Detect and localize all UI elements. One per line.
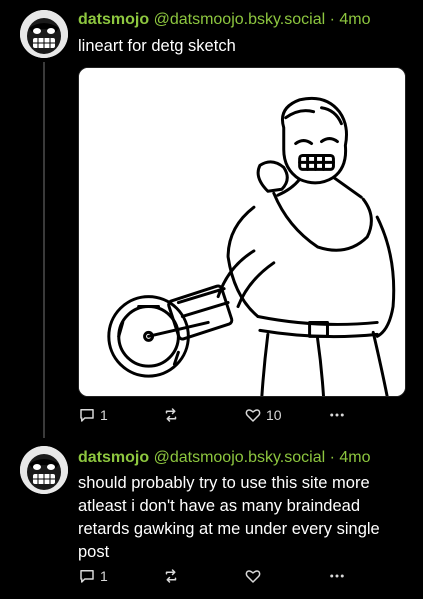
avatar[interactable] <box>20 446 68 494</box>
post[interactable]: datsmojo @datsmoojo.bsky.social · 4mo li… <box>0 0 423 438</box>
post-image[interactable] <box>78 67 406 397</box>
more-options-button[interactable] <box>328 406 346 424</box>
like-button[interactable]: 10 <box>244 406 282 424</box>
separator: · <box>329 449 335 466</box>
reply-count: 1 <box>100 407 108 423</box>
speech-bubble-icon <box>80 570 94 583</box>
avatar-face-icon <box>20 446 68 494</box>
repost-button[interactable] <box>162 567 184 585</box>
post-actions: 1 10 <box>78 406 413 428</box>
author-name[interactable]: datsmojo <box>78 11 149 28</box>
like-button[interactable] <box>244 567 266 585</box>
thread-line <box>43 62 45 438</box>
repost-button[interactable] <box>162 406 184 424</box>
more-options-button[interactable] <box>328 567 346 585</box>
author-handle[interactable]: @datsmoojo.bsky.social <box>154 449 326 466</box>
reply-count: 1 <box>100 568 108 584</box>
post-actions: 1 <box>78 567 413 589</box>
speech-bubble-icon <box>80 409 94 422</box>
reply-button[interactable]: 1 <box>78 567 108 585</box>
more-dots-icon <box>330 413 344 417</box>
heart-icon <box>245 409 261 422</box>
avatar[interactable] <box>20 10 68 58</box>
post-header: datsmojo @datsmoojo.bsky.social · 4mo <box>78 448 413 468</box>
more-dots-icon <box>330 574 344 578</box>
timestamp[interactable]: 4mo <box>339 11 370 28</box>
reply-button[interactable]: 1 <box>78 406 108 424</box>
like-count: 10 <box>266 407 282 423</box>
repost-arrows-icon <box>165 569 177 583</box>
separator: · <box>329 11 335 28</box>
timestamp[interactable]: 4mo <box>339 449 370 466</box>
avatar-face-icon <box>20 10 68 58</box>
author-handle[interactable]: @datsmoojo.bsky.social <box>154 11 326 28</box>
author-name[interactable]: datsmojo <box>78 449 149 466</box>
post[interactable]: datsmojo @datsmoojo.bsky.social · 4mo sh… <box>0 438 423 599</box>
repost-arrows-icon <box>165 408 177 422</box>
lineart-drawing <box>79 68 405 396</box>
heart-icon <box>245 570 261 583</box>
post-text: should probably try to use this site mor… <box>78 474 380 561</box>
post-text: lineart for detg sketch <box>78 37 236 55</box>
post-header: datsmojo @datsmoojo.bsky.social · 4mo <box>78 10 413 30</box>
